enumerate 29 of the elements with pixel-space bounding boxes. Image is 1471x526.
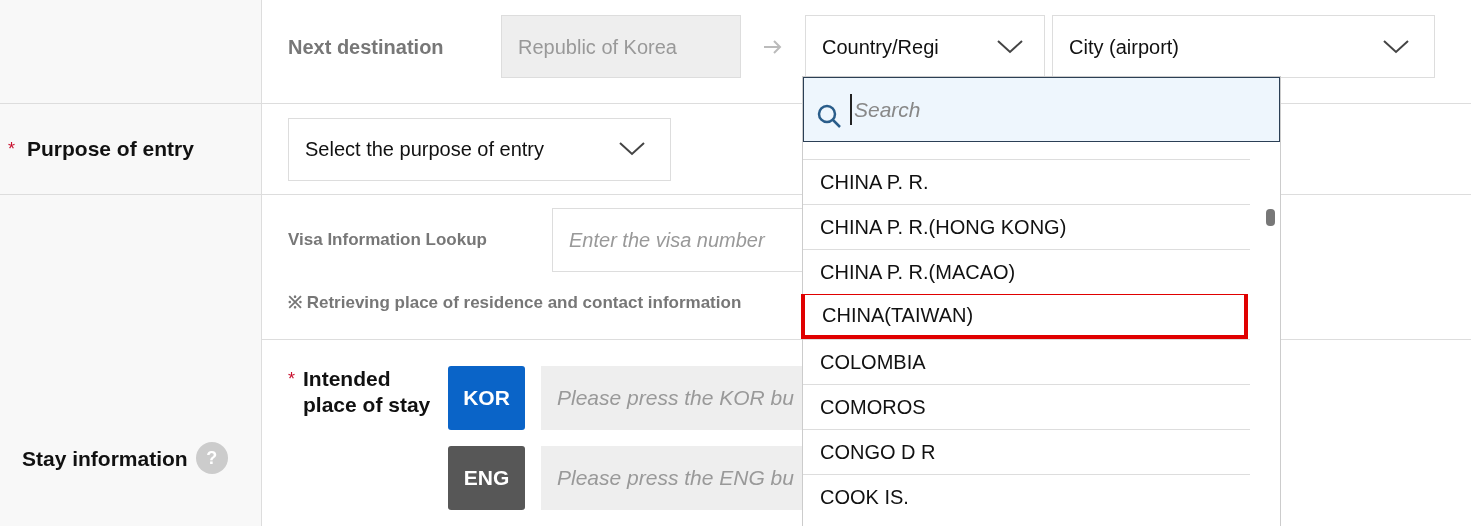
search-box[interactable]: Search [803,77,1280,142]
field-label: Next destination [288,35,445,60]
language-button[interactable]: KOR [448,366,525,430]
info-note: ※ Retrieving place of residence and contact information [288,292,743,314]
section-label: Stay information [22,445,188,472]
country-option[interactable]: CHINA P. R. [803,159,1250,204]
field-label: Visa Information Lookup [288,229,488,252]
country-option[interactable]: COMOROS [803,384,1250,429]
field-label: Purpose of entry [27,136,194,163]
scrollbar-thumb[interactable] [1266,209,1275,226]
chevron-down-icon [1382,38,1410,55]
visa-number-field[interactable]: Enter the visa number [552,208,802,272]
search-field[interactable]: Search [850,93,1279,126]
country-option[interactable]: CHINA(TAIWAN) [801,294,1248,339]
country-option[interactable]: CONGO D R [803,429,1250,474]
origin-field: Republic of Korea [501,15,741,78]
field-label: Intended place of stay [303,366,432,418]
required-asterisk: * [288,368,295,391]
language-button[interactable]: ENG [448,446,525,510]
country-option[interactable]: COOK IS. [803,474,1250,519]
country-option[interactable]: CHINA P. R.(HONG KONG) [803,204,1250,249]
required-asterisk: * [8,137,15,161]
chevron-down-icon [996,38,1024,55]
purpose-select[interactable]: Select the purpose of entry [288,117,671,181]
country-option[interactable]: COLOMBIA [803,339,1250,384]
arrow-right-icon [763,39,783,55]
country-option[interactable]: CHINA P. R.(MACAO) [803,249,1250,294]
chevron-down-icon [618,141,646,157]
search-icon [816,102,842,129]
